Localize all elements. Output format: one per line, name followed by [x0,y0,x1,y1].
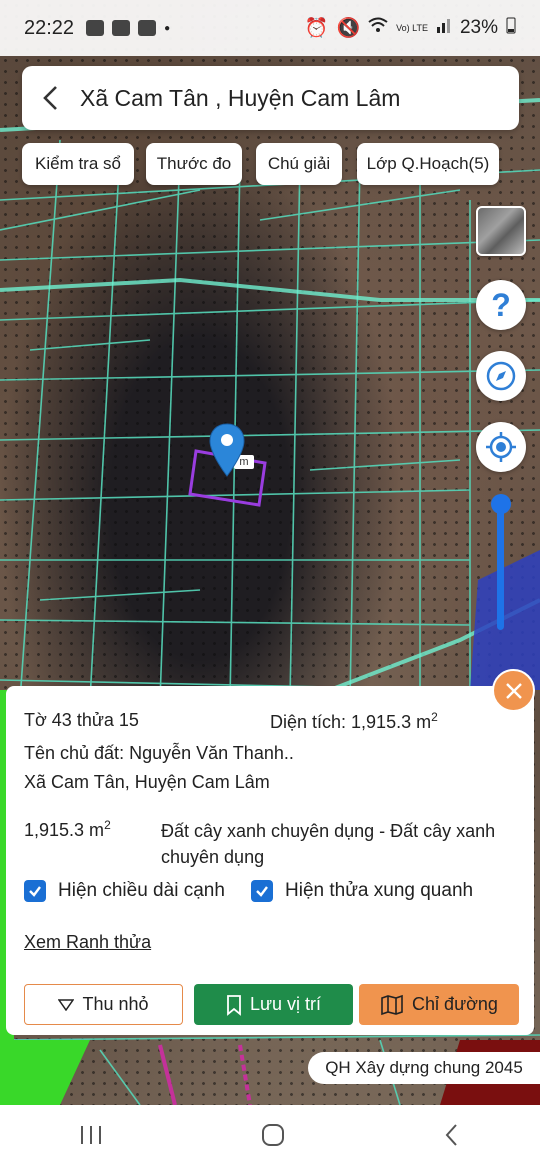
signal-icon [436,17,452,39]
directions-label: Chỉ đường [412,994,498,1014]
basemap-layer-button[interactable] [476,206,526,256]
zoom-slider-track [497,502,504,630]
close-card-button[interactable] [492,669,535,712]
directions-button[interactable]: Chỉ đường [359,984,519,1025]
compass-button[interactable] [476,351,526,401]
home-icon [261,1124,284,1146]
help-icon: ? [491,286,511,323]
zoom-slider[interactable] [491,494,511,634]
land-use-type: Đất cây xanh chuyên dụng - Đất cây xanh … [161,821,496,867]
shrink-label: Thu nhỏ [82,994,149,1014]
system-back-button[interactable] [443,1123,461,1152]
land-use-area-text: 1,915.3 m [24,820,105,840]
planning-layer-chip[interactable]: Lớp Q.Hoạch(5) [357,143,499,185]
owner-name: Tên chủ đất: Nguyễn Văn Thanh.. [24,743,294,763]
back-icon [445,1124,458,1146]
network-label: Vo) LTE [396,22,428,33]
legend-chip[interactable]: Chú giải [256,143,342,185]
parcel-id: Tờ 43 thửa 15 [24,710,139,730]
chevron-left-icon [43,86,57,110]
bookmark-icon [227,994,241,1016]
triangle-down-icon [58,998,75,1011]
zalo-icon [138,20,157,36]
checkbox-checked-icon[interactable] [24,880,46,902]
back-button[interactable] [40,84,70,112]
battery-percent: 23% [459,17,498,38]
land-use-area: 1,915.3 m2 [24,818,111,841]
status-bar: 22:22 ● ⏰ 🔇 Vo) LTE 23% [0,0,540,56]
view-boundary-link[interactable]: Xem Ranh thửa [24,932,151,953]
location-header: Xã Cam Tân , Huyện Cam Lâm [22,66,519,130]
notification-dot-icon: ● [164,22,171,34]
neighbor-parcels-toggle[interactable]: Hiện thửa xung quanh [251,880,473,902]
shrink-button[interactable]: Thu nhỏ [24,984,183,1025]
measure-chip[interactable]: Thước đo [146,143,242,185]
location-title: Xã Cam Tân , Huyện Cam Lâm [80,84,401,111]
save-location-label: Lưu vị trí [249,994,322,1014]
parcel-location: Xã Cam Tân, Huyện Cam Lâm [24,772,270,792]
check-book-chip[interactable]: Kiểm tra sổ [22,143,134,185]
edge-length-toggle[interactable]: Hiện chiều dài cạnh [24,880,225,902]
parcel-area-text: Diện tích: 1,915.3 m [270,712,432,732]
gallery-icon [86,20,105,36]
close-icon [505,682,522,699]
recent-apps-button[interactable] [79,1124,103,1151]
save-location-button[interactable]: Lưu vị trí [194,984,353,1025]
parcel-info-card: Tờ 43 thửa 15 Diện tích: 1,915.3 m2 Tên … [6,686,534,1035]
neighbor-parcels-label: Hiện thửa xung quanh [285,880,474,901]
checkbox-checked-icon[interactable] [251,880,273,902]
wifi-icon [368,17,388,39]
recents-icon [80,1126,101,1144]
compass-icon [486,361,516,391]
planning-badge[interactable]: QH Xây dựng chung 2045 [308,1052,540,1084]
mute-icon: 🔇 [336,18,361,39]
home-button[interactable] [260,1122,286,1153]
alarm-icon: ⏰ [304,18,329,39]
tiktok-icon [112,20,131,36]
edge-length-label-text: Hiện chiều dài cạnh [58,880,225,901]
battery-icon [506,16,516,40]
map-icon [381,994,403,1015]
crosshair-icon [486,432,516,462]
zoom-slider-knob[interactable] [491,494,511,514]
status-time: 22:22 [24,16,75,39]
help-button[interactable]: ? [476,280,526,330]
my-location-button[interactable] [476,422,526,472]
system-nav-bar [0,1105,540,1170]
location-pin-icon [209,423,245,477]
land-use-area-sup: 2 [104,818,111,832]
parcel-area: Diện tích: 1,915.3 m2 [270,710,438,733]
parcel-area-sup: 2 [431,710,438,724]
